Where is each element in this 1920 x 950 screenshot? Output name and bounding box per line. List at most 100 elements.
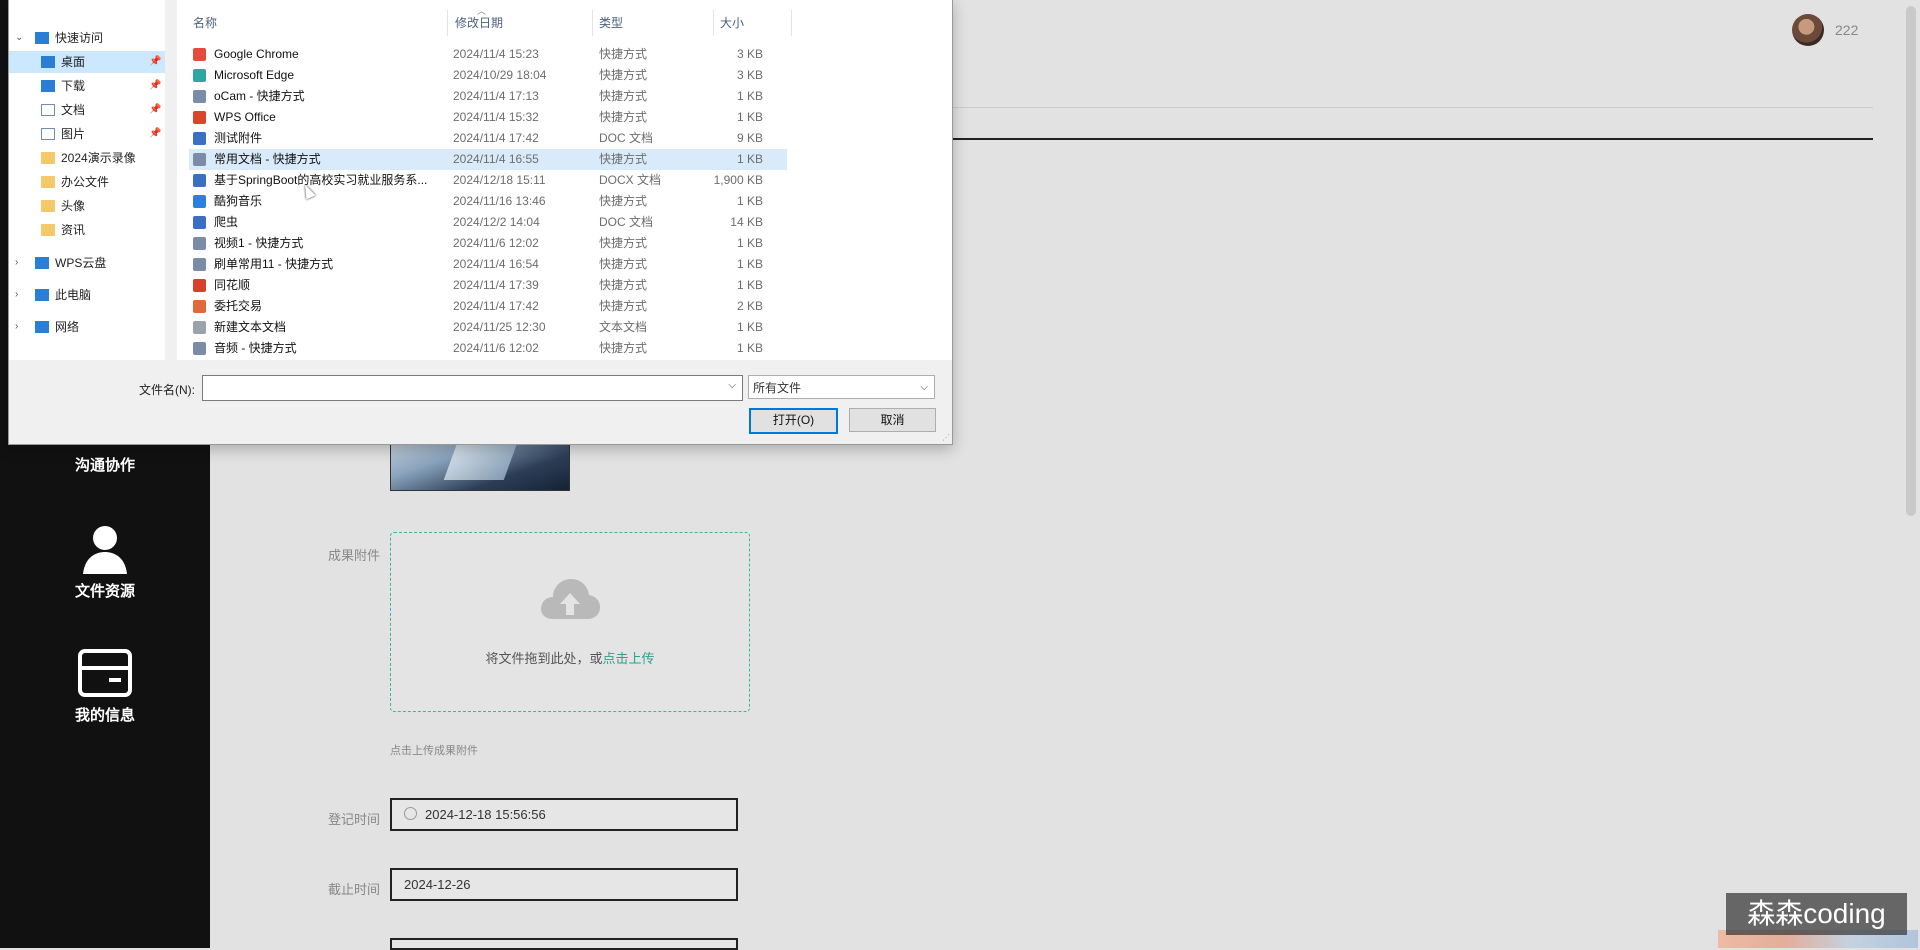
nav-item-label: 资讯 [61,223,86,237]
avatar[interactable] [1792,14,1824,46]
page-scrollbar[interactable] [1906,6,1916,516]
file-icon [193,258,206,271]
file-type-select[interactable]: 所有文件 ⌵ [748,375,935,399]
register-time-field[interactable]: 2024-12-18 15:56:56 [390,798,738,831]
file-date: 2024/11/25 12:30 [453,320,546,334]
nav-item-label: 文档 [61,103,86,117]
nav-item-picture[interactable]: 图片 📌 [9,123,165,145]
file-row[interactable]: WPS Office 2024/11/4 15:32 快捷方式 1 KB [189,107,787,128]
file-icon [193,279,206,292]
file-name: 酷狗音乐 [214,194,263,208]
file-row[interactable]: 刷单常用11 - 快捷方式 2024/11/4 16:54 快捷方式 1 KB [189,254,787,275]
open-button[interactable]: 打开(O) [749,408,838,434]
filename-input[interactable]: ⌵ [202,375,743,401]
file-row[interactable]: oCam - 快捷方式 2024/11/4 17:13 快捷方式 1 KB [189,86,787,107]
nav-item-folder[interactable]: 头像 [9,195,165,217]
file-size: 1 KB [736,194,763,208]
file-row[interactable]: 音频 - 快捷方式 2024/11/6 12:02 快捷方式 1 KB [189,338,787,359]
next-field[interactable] [390,938,738,950]
chevron-icon[interactable]: › [15,252,18,274]
column-header-type[interactable]: 类型 [599,14,623,31]
sidebar-item-files[interactable]: 文件资源 [0,522,210,601]
file-icon [193,111,206,124]
chevron-icon[interactable]: › [15,316,18,338]
register-time-value: 2024-12-18 15:56:56 [425,807,546,822]
nav-item-folder[interactable]: 办公文件 [9,171,165,193]
file-name: 音频 - 快捷方式 [214,341,297,355]
file-date: 2024/11/4 17:39 [453,278,539,292]
file-icon [193,132,206,145]
pin-icon[interactable]: 📌 [149,123,161,145]
column-separator[interactable] [791,10,792,36]
file-name: 委托交易 [214,299,263,313]
deadline-value: 2024-12-26 [404,877,471,892]
deadline-field[interactable]: 2024-12-26 [390,868,738,901]
file-size: 14 KB [730,215,763,229]
nav-item-cloud[interactable]: › WPS云盘 [9,252,165,274]
nav-item-label: 头像 [61,199,86,213]
file-row[interactable]: 常用文档 - 快捷方式 2024/11/4 16:55 快捷方式 1 KB [189,149,787,170]
file-row[interactable]: 爬虫 2024/12/2 14:04 DOC 文档 14 KB [189,212,787,233]
file-type: DOC 文档 [599,215,654,229]
upload-dropzone[interactable]: 将文件拖到此处，或点击上传 [390,532,750,712]
nav-item-quick[interactable]: ⌄ 快速访问 [9,27,165,49]
tab-underline [952,138,1873,140]
sidebar-item-label: 沟通协作 [74,457,135,474]
folder-icon [41,152,55,164]
resize-grip-icon[interactable]: ⋰ [942,433,950,442]
sidebar-item-label: 文件资源 [74,583,135,600]
upload-instructions: 将文件拖到此处，或点击上传 [391,648,749,667]
file-name: 常用文档 - 快捷方式 [214,152,321,166]
file-row[interactable]: 同花顺 2024/11/4 17:39 快捷方式 1 KB [189,275,787,296]
nav-item-pc[interactable]: › 此电脑 [9,284,165,306]
nav-item-folder[interactable]: 资讯 [9,219,165,241]
cloud-icon [35,257,49,269]
sidebar-item-my-info[interactable]: 我的信息 [0,648,210,725]
column-header-size[interactable]: 大小 [720,14,744,31]
file-date: 2024/11/4 17:13 [453,89,539,103]
file-size: 1 KB [736,341,763,355]
nav-item-folder[interactable]: 2024演示录像 [9,147,165,169]
file-date: 2024/11/4 16:55 [453,152,539,166]
column-separator[interactable] [592,10,593,36]
top-bar: 222 [952,0,1920,60]
nav-item-document[interactable]: 文档 📌 [9,99,165,121]
register-time-label: 登记时间 [327,812,380,827]
file-type: 快捷方式 [599,299,648,313]
file-row[interactable]: 视频1 - 快捷方式 2024/11/6 12:02 快捷方式 1 KB [189,233,787,254]
file-size: 1 KB [736,152,763,166]
chevron-icon[interactable]: › [15,284,18,306]
file-row[interactable]: 新建文本文档 2024/11/25 12:30 文本文档 1 KB [189,317,787,338]
column-header-date[interactable]: 修改日期 [455,14,503,31]
file-row[interactable]: Google Chrome 2024/11/4 15:23 快捷方式 3 KB [189,44,787,65]
file-icon [193,174,206,187]
nav-item-desktop[interactable]: 桌面 📌 [9,51,165,73]
username[interactable]: 222 [1835,22,1858,38]
file-size: 3 KB [736,47,763,61]
sidebar-item-communication[interactable]: 沟通协作 [0,448,210,475]
nav-item-label: 2024演示录像 [61,151,136,165]
pin-icon[interactable]: 📌 [149,99,161,121]
column-header-name[interactable]: 名称 [193,14,217,31]
pin-icon[interactable]: 📌 [149,51,161,73]
file-date: 2024/12/2 14:04 [453,215,540,229]
column-separator[interactable] [447,10,448,36]
file-row[interactable]: Microsoft Edge 2024/10/29 18:04 快捷方式 3 KB [189,65,787,86]
upload-link[interactable]: 点击上传 [603,651,655,666]
file-icon [193,153,206,166]
nav-item-download[interactable]: 下载 📌 [9,75,165,97]
file-row[interactable]: 委托交易 2024/11/4 17:42 快捷方式 2 KB [189,296,787,317]
file-list: ︿ 名称 修改日期 类型 大小 Google Chrome 2024/11/4 1… [177,0,952,360]
nav-item-network[interactable]: › 网络 [9,316,165,338]
pin-icon[interactable]: 📌 [149,75,161,97]
chevron-down-icon[interactable]: ⌵ [728,380,736,391]
file-name: Google Chrome [214,47,299,61]
column-separator[interactable] [713,10,714,36]
file-name: WPS Office [214,110,276,124]
pc-icon [35,289,49,301]
file-row[interactable]: 基于SpringBoot的高校实习就业服务系... 2024/12/18 15:1… [189,170,787,191]
file-row[interactable]: 酷狗音乐 2024/11/16 13:46 快捷方式 1 KB [189,191,787,212]
cancel-button[interactable]: 取消 [849,408,936,432]
chevron-icon[interactable]: ⌄ [15,27,23,49]
file-row[interactable]: 测试附件 2024/11/4 17:42 DOC 文档 9 KB [189,128,787,149]
